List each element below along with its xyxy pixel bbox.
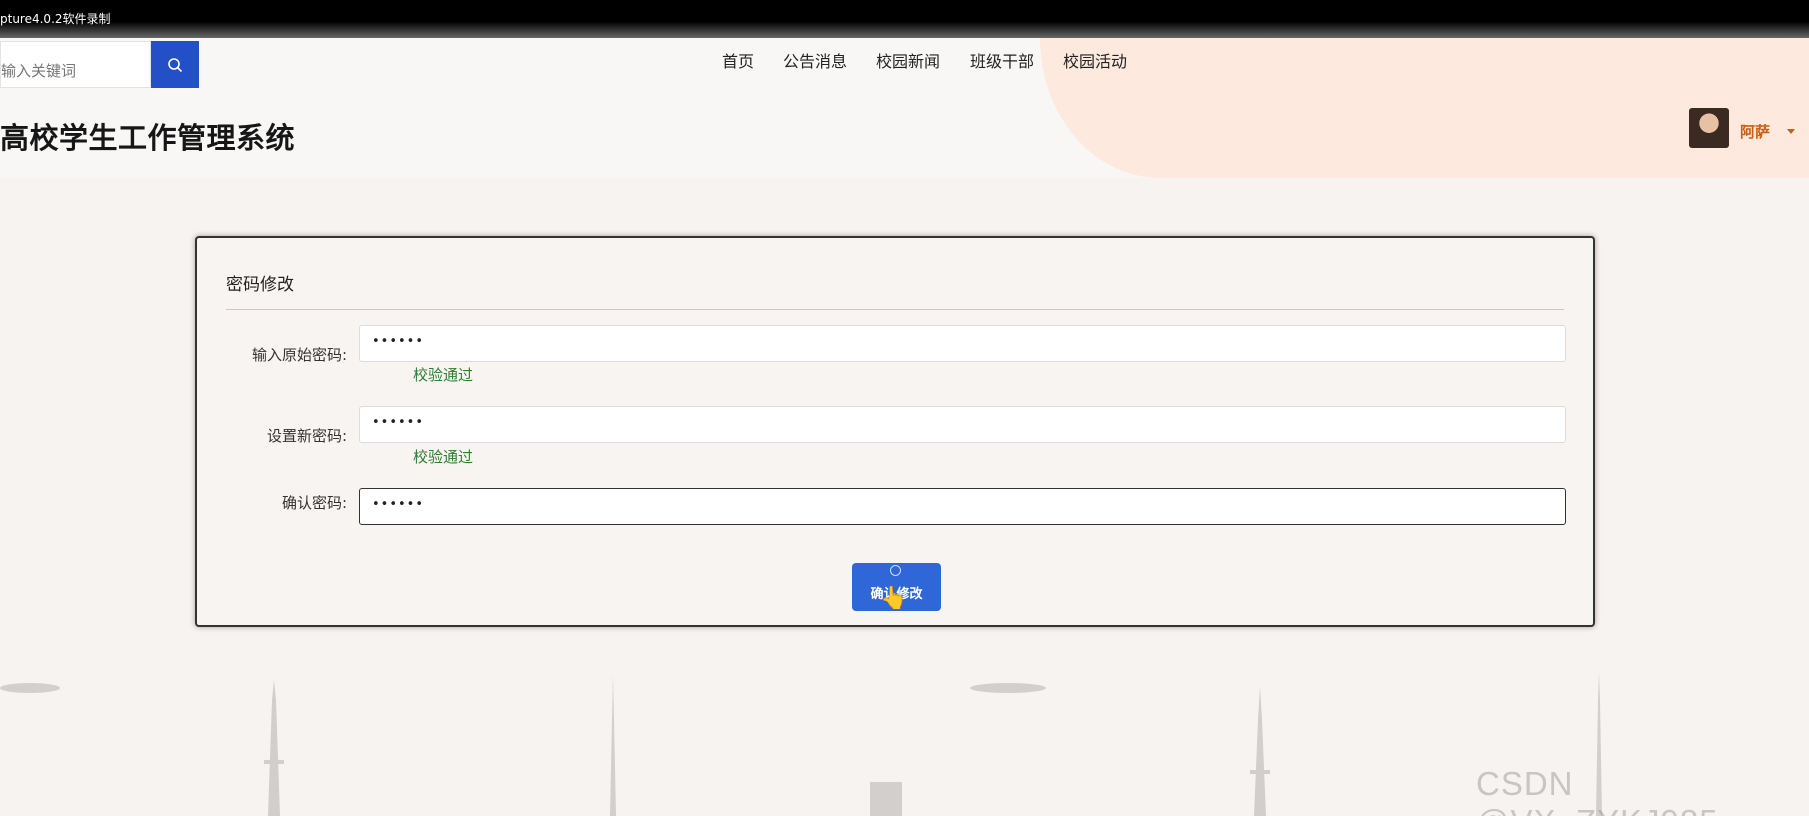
- search-icon: [168, 57, 183, 72]
- old-password-validation: 校验通过: [413, 366, 474, 384]
- password-change-card: 密码修改 输入原始密码: •••••• 校验通过 设置新密码: •••••• 校…: [195, 236, 1595, 627]
- watermark: CSDN @VX_ZYKJ985: [1476, 765, 1718, 816]
- old-password-label: 输入原始密码:: [251, 346, 347, 364]
- chevron-down-icon[interactable]: [1787, 129, 1795, 134]
- old-password-field[interactable]: ••••••: [359, 325, 1566, 362]
- hand-pointer-icon: 👆: [880, 586, 908, 611]
- card-title: 密码修改: [226, 275, 294, 295]
- confirm-password-field[interactable]: ••••••: [359, 488, 1566, 525]
- avatar[interactable]: [1689, 108, 1729, 148]
- search-button[interactable]: [151, 41, 199, 88]
- confirm-password-label: 确认密码:: [281, 494, 347, 512]
- nav-campus-news[interactable]: 校园新闻: [876, 48, 940, 72]
- username[interactable]: 阿萨: [1740, 121, 1770, 142]
- card-divider: [226, 309, 1564, 310]
- new-password-label: 设置新密码:: [266, 427, 347, 445]
- new-password-field[interactable]: ••••••: [359, 406, 1566, 443]
- loading-ring-icon: [890, 565, 901, 576]
- search-input[interactable]: [0, 41, 151, 88]
- nav-announcements[interactable]: 公告消息: [783, 48, 847, 72]
- recorder-title: pture4.0.2软件录制: [0, 12, 111, 26]
- new-password-validation: 校验通过: [413, 448, 474, 466]
- site-title: 高校学生工作管理系统: [0, 121, 296, 155]
- nav-class-officers[interactable]: 班级干部: [970, 48, 1034, 72]
- nav-home[interactable]: 首页: [722, 48, 754, 72]
- nav-campus-activities[interactable]: 校园活动: [1063, 48, 1127, 72]
